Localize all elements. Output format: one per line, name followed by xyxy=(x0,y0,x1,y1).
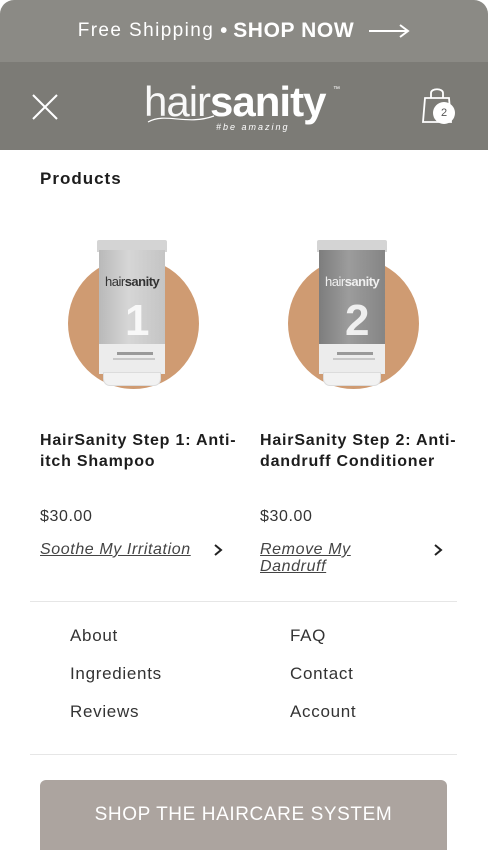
tube-step-number: 2 xyxy=(345,296,370,345)
shop-haircare-system-button[interactable]: SHOP THE HAIRCARE SYSTEM xyxy=(40,780,447,850)
logo-trademark: ™ xyxy=(333,86,340,93)
product-price: $30.00 xyxy=(260,508,313,525)
tube-cap xyxy=(103,372,161,386)
site-header: hairsanity ™ #be amazing 2 xyxy=(0,62,488,150)
tube-label-line xyxy=(117,352,153,355)
tube-label-line xyxy=(113,358,155,360)
nav-link-contact[interactable]: Contact xyxy=(290,664,354,684)
chevron-right-icon[interactable] xyxy=(212,543,224,557)
tube-brand-text: hairsanity xyxy=(325,274,380,289)
free-shipping-text: Free Shipping xyxy=(77,20,215,41)
nav-link-account[interactable]: Account xyxy=(290,702,356,722)
tube-cap xyxy=(323,372,381,386)
product-image[interactable]: hairsanity 1 xyxy=(40,232,240,412)
logo-swoosh xyxy=(147,115,215,123)
product-price: $30.00 xyxy=(40,508,93,525)
long-arrow-right-icon xyxy=(369,24,410,38)
nav-link-ingredients[interactable]: Ingredients xyxy=(70,664,162,684)
section-divider xyxy=(30,754,457,755)
product-benefit-link[interactable]: Soothe My Irritation xyxy=(40,541,210,558)
hairsanity-logo[interactable]: hairsanity ™ #be amazing xyxy=(144,80,344,136)
nav-link-reviews[interactable]: Reviews xyxy=(70,702,139,722)
shop-now-link[interactable]: SHOP NOW xyxy=(233,19,354,43)
tube-label-line xyxy=(337,352,373,355)
logo-part-bold: sanity xyxy=(210,78,326,125)
tube-brand-text: hairsanity xyxy=(105,274,160,289)
tube-step-number: 1 xyxy=(125,296,150,345)
product-name[interactable]: HairSanity Step 1: Anti-itch Shampoo xyxy=(40,430,240,472)
nav-link-faq[interactable]: FAQ xyxy=(290,626,326,646)
chevron-right-icon[interactable] xyxy=(432,543,444,557)
product-name[interactable]: HairSanity Step 2: Anti-dandruff Conditi… xyxy=(260,430,460,472)
logo-tagline: #be amazing xyxy=(216,122,290,132)
cart-count-badge: 2 xyxy=(433,102,455,124)
product-benefit-link[interactable]: Remove My Dandruff xyxy=(260,541,390,575)
separator-dot: • xyxy=(220,19,228,42)
tube-label-line xyxy=(333,358,375,360)
shampoo-tube-image: hairsanity 1 xyxy=(97,240,167,386)
products-heading: Products xyxy=(40,169,122,188)
close-icon[interactable] xyxy=(30,92,60,122)
nav-link-about[interactable]: About xyxy=(70,626,118,646)
section-divider xyxy=(30,601,457,602)
product-image[interactable]: hairsanity 2 xyxy=(260,232,460,412)
conditioner-tube-image: hairsanity 2 xyxy=(317,240,387,386)
announcement-bar[interactable]: Free Shipping • SHOP NOW xyxy=(0,0,488,62)
